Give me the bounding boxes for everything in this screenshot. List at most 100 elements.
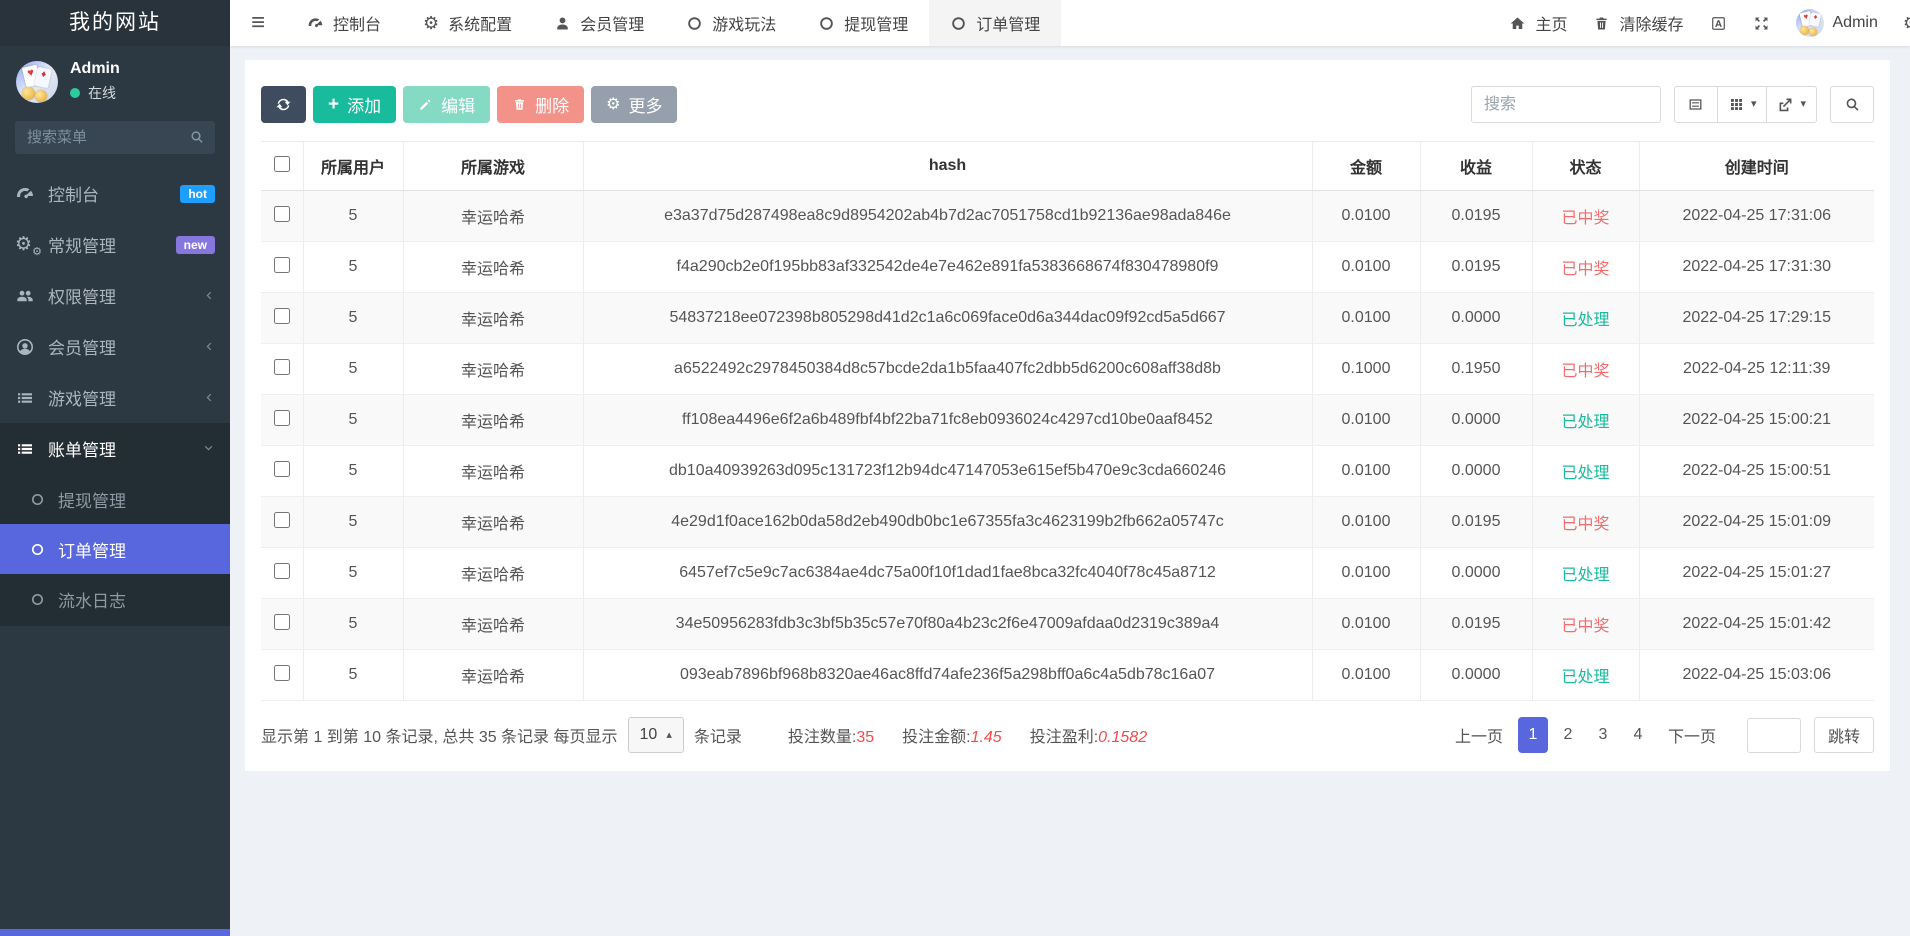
table-footer: 显示第 1 到第 10 条记录, 总共 35 条记录 每页显示 10 ▴ 条记录… (261, 717, 1874, 753)
header-profit: 收益 (1420, 142, 1532, 191)
detail-view-icon (1687, 96, 1704, 113)
cell-amount: 0.0100 (1312, 446, 1420, 497)
row-checkbox[interactable] (274, 665, 290, 681)
cell-user: 5 (303, 497, 403, 548)
records-summary: 显示第 1 到第 10 条记录, 总共 35 条记录 每页显示 (261, 723, 618, 747)
users-icon (15, 286, 35, 306)
columns-button[interactable]: ▾ (1718, 86, 1768, 123)
table-row[interactable]: 5 幸运哈希 a6522492c2978450384d8c57bcde2da1b… (261, 344, 1874, 395)
list-icon (15, 439, 35, 459)
delete-button[interactable]: 删除 (497, 86, 584, 123)
refresh-button[interactable] (261, 86, 306, 123)
search-button[interactable] (1830, 86, 1874, 123)
user-menu[interactable]: ♥ ♦ Admin (1783, 0, 1891, 46)
online-dot-icon (70, 88, 80, 98)
circle-icon (30, 492, 45, 507)
fullscreen-button[interactable] (1740, 0, 1783, 46)
row-checkbox[interactable] (274, 410, 290, 426)
add-button[interactable]: + 添加 (313, 86, 396, 123)
bet-profit-stat: 投注盈利:0.1582 (1030, 723, 1147, 747)
menu-search-input[interactable] (15, 121, 215, 154)
speedometer-icon (307, 15, 324, 32)
table-row[interactable]: 5 幸运哈希 093eab7896bf968b8320ae46ac8ffd74a… (261, 650, 1874, 701)
language-button[interactable] (1697, 0, 1740, 46)
sidebar-item-general[interactable]: ⚙⚙ 常规管理 new (0, 219, 230, 270)
topnav-right: 主页 清除缓存 ♥ ♦ (1496, 0, 1910, 46)
sidebar-item-label: 常规管理 (48, 232, 163, 257)
cell-user: 5 (303, 548, 403, 599)
row-checkbox[interactable] (274, 512, 290, 528)
row-checkbox[interactable] (274, 206, 290, 222)
tab-orders[interactable]: 订单管理 (929, 0, 1061, 46)
cell-game: 幸运哈希 (403, 650, 583, 701)
page-button-1[interactable]: 1 (1518, 717, 1548, 753)
cell-status: 已处理 (1532, 446, 1639, 497)
sidebar-item-dashboard[interactable]: 控制台 hot (0, 168, 230, 219)
add-button-label: 添加 (347, 92, 381, 117)
edit-button[interactable]: 编辑 (403, 86, 490, 123)
page-button-3[interactable]: 3 (1588, 717, 1618, 753)
page-size-select[interactable]: 10 ▴ (628, 717, 684, 753)
table-row[interactable]: 5 幸运哈希 db10a40939263d095c131723f12b94dc4… (261, 446, 1874, 497)
row-checkbox[interactable] (274, 257, 290, 273)
sidebar-item-logs[interactable]: 流水日志 (0, 574, 230, 624)
detail-view-button[interactable] (1674, 86, 1718, 123)
sidebar-item-games[interactable]: 游戏管理 (0, 372, 230, 423)
sidebar-item-orders[interactable]: 订单管理 (0, 524, 230, 574)
select-all-checkbox[interactable] (274, 156, 290, 172)
export-button[interactable]: ▾ (1767, 86, 1817, 123)
row-checkbox[interactable] (274, 563, 290, 579)
row-checkbox[interactable] (274, 461, 290, 477)
tab-system-config[interactable]: ⚙ 系统配置 (402, 0, 533, 46)
row-checkbox[interactable] (274, 359, 290, 375)
table-row[interactable]: 5 幸运哈希 34e50956283fdb3c3bf5b35c57e70f80a… (261, 599, 1874, 650)
pencil-icon (418, 97, 433, 112)
view-button-group: ▾ ▾ (1674, 86, 1817, 123)
table-search-input[interactable] (1471, 86, 1661, 123)
sidebar-item-billing[interactable]: 账单管理 (0, 423, 230, 474)
clear-cache-link[interactable]: 清除缓存 (1580, 0, 1696, 46)
next-page-button[interactable]: 下一页 (1658, 717, 1726, 753)
cell-profit: 0.0195 (1420, 599, 1532, 650)
row-checkbox[interactable] (274, 614, 290, 630)
home-link[interactable]: 主页 (1496, 0, 1580, 46)
sidebar-subitem-label: 订单管理 (58, 537, 126, 562)
table-row[interactable]: 5 幸运哈希 ff108ea4496e6f2a6b489fbf4bf22ba71… (261, 395, 1874, 446)
sidebar-item-members[interactable]: 会员管理 (0, 321, 230, 372)
page-button-4[interactable]: 4 (1623, 717, 1653, 753)
row-checkbox[interactable] (274, 308, 290, 324)
cell-amount: 0.0100 (1312, 650, 1420, 701)
sidebar-item-permissions[interactable]: 权限管理 (0, 270, 230, 321)
chevron-left-icon (202, 391, 215, 404)
table-row[interactable]: 5 幸运哈希 4e29d1f0ace162b0da58d2eb490db0bc1… (261, 497, 1874, 548)
hamburger-menu-icon[interactable]: ≡ (230, 9, 286, 37)
cell-created: 2022-04-25 17:31:06 (1639, 191, 1874, 242)
tab-withdrawals[interactable]: 提现管理 (797, 0, 929, 46)
table-row[interactable]: 5 幸运哈希 54837218ee072398b805298d41d2c1a6c… (261, 293, 1874, 344)
cell-profit: 0.0195 (1420, 242, 1532, 293)
sidebar: 我的网站 ♥ ♦ Admin 在线 控制台 (0, 0, 230, 936)
table-row[interactable]: 5 幸运哈希 f4a290cb2e0f195bb83af332542de4e7e… (261, 242, 1874, 293)
tab-label: 游戏玩法 (712, 11, 776, 35)
cell-hash: 4e29d1f0ace162b0da58d2eb490db0bc1e67355f… (583, 497, 1312, 548)
select-all-cell (261, 142, 303, 191)
page-button-2[interactable]: 2 (1553, 717, 1583, 753)
tab-members[interactable]: 会员管理 (533, 0, 665, 46)
cell-game: 幸运哈希 (403, 344, 583, 395)
more-button[interactable]: ⚙ 更多 (591, 86, 677, 123)
settings-button[interactable]: ⚙⚙ (1891, 0, 1910, 46)
table-row[interactable]: 5 幸运哈希 e3a37d75d287498ea8c9d8954202ab4b7… (261, 191, 1874, 242)
jump-button[interactable]: 跳转 (1814, 717, 1874, 753)
tab-gameplay[interactable]: 游戏玩法 (665, 0, 797, 46)
table-row[interactable]: 5 幸运哈希 6457ef7c5e9c7ac6384ae4dc75a00f10f… (261, 548, 1874, 599)
cell-status: 已处理 (1532, 650, 1639, 701)
sidebar-item-withdrawals[interactable]: 提现管理 (0, 474, 230, 524)
cell-status: 已处理 (1532, 548, 1639, 599)
main-area: ≡ 控制台 ⚙ 系统配置 会员管理 游戏玩法 (230, 0, 1910, 936)
prev-page-button[interactable]: 上一页 (1445, 717, 1513, 753)
table-toolbar: + 添加 编辑 删除 ⚙ 更多 (261, 86, 1874, 123)
jump-page-input[interactable] (1747, 718, 1801, 753)
tab-dashboard[interactable]: 控制台 (286, 0, 402, 46)
top-nav-tabs: 控制台 ⚙ 系统配置 会员管理 游戏玩法 提现管理 (286, 0, 1061, 46)
circle-icon (950, 15, 967, 32)
